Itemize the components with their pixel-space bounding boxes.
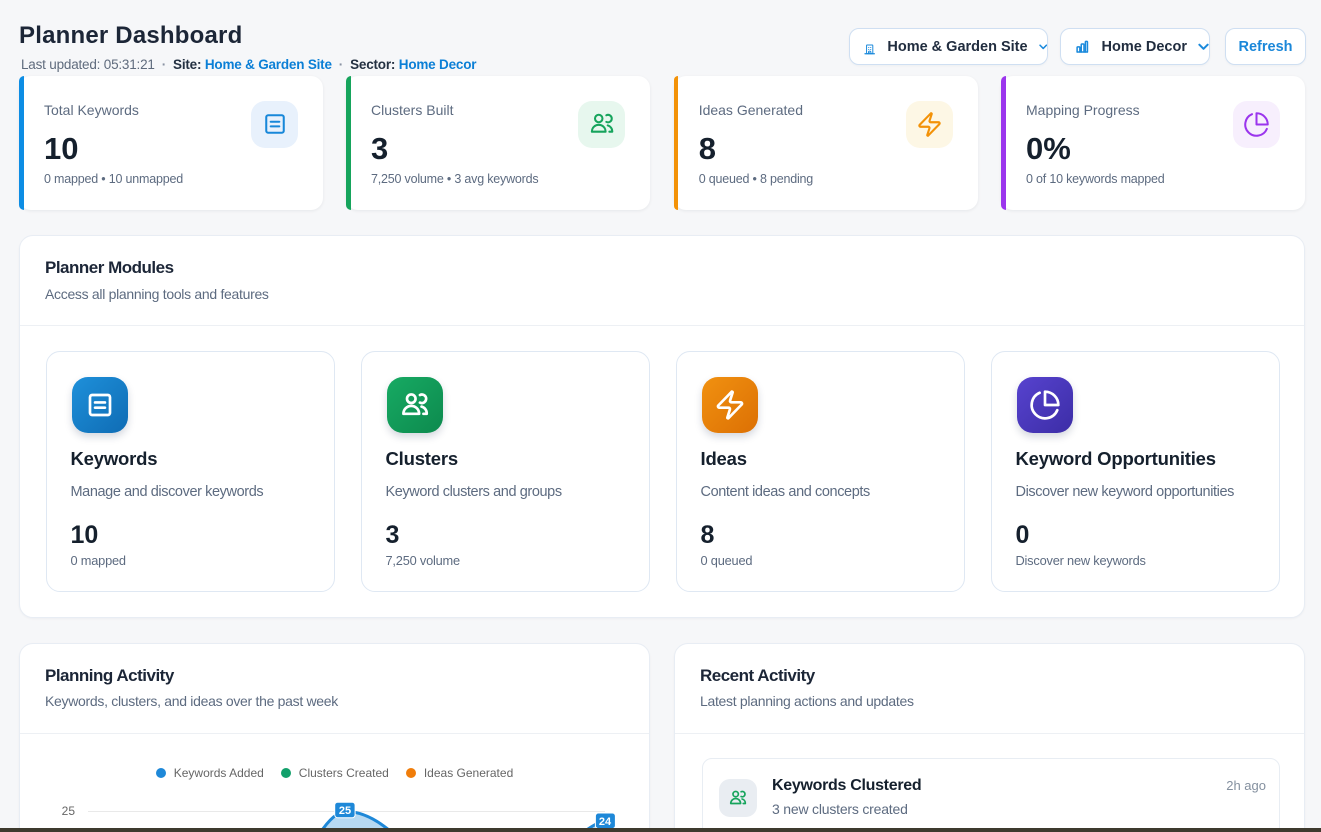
svg-text:25: 25 [339, 805, 351, 817]
svg-text:24: 24 [599, 816, 612, 828]
svg-text:25: 25 [62, 804, 76, 818]
